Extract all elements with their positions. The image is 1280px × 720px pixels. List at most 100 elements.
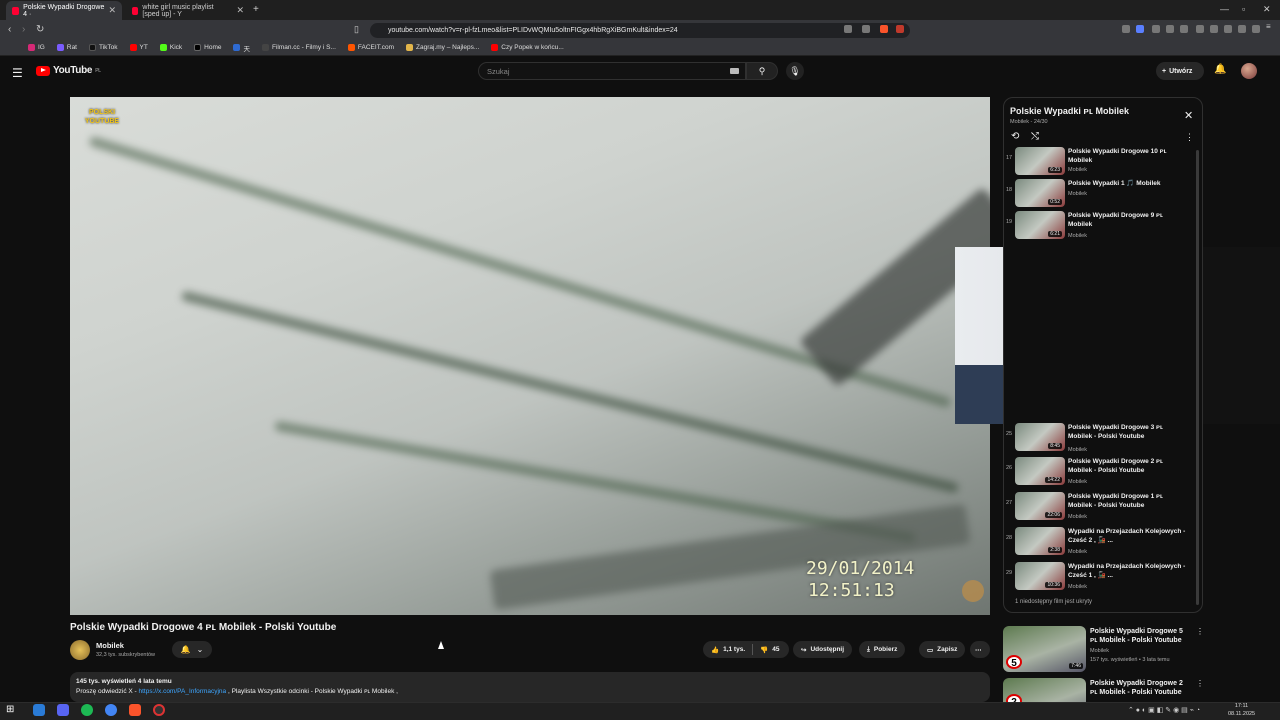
loop-icon[interactable]: ⟲ (1011, 131, 1019, 142)
download-button[interactable]: ⤓ Pobierz (859, 641, 906, 658)
explorer-icon[interactable] (33, 704, 45, 716)
tab-active[interactable]: Polskie Wypadki Drogowe 4 · ✕ (6, 1, 122, 20)
brave-icon[interactable] (129, 704, 141, 716)
new-tab-icon[interactable]: + (253, 4, 259, 15)
share-button[interactable]: ↪ Udostępnij (793, 641, 853, 658)
dislike-count[interactable]: 45 (772, 646, 779, 653)
menu-icon[interactable]: ☰ (12, 66, 23, 80)
more-actions-button[interactable]: ⋯ (970, 641, 990, 658)
video-player[interactable] (70, 97, 990, 615)
chrome-icon[interactable] (105, 704, 117, 716)
bookmark-item[interactable]: 天 (233, 43, 250, 53)
voice-search-button[interactable]: 🎙 (786, 62, 804, 80)
like-count[interactable]: 1,1 tys. (723, 646, 745, 653)
playlist-item[interactable]: 17 6:23 Polskie Wypadki Drogowe 10 ᴘʟ Mo… (1004, 147, 1194, 181)
bookmark-item[interactable]: Kick (159, 44, 182, 51)
profile-icon[interactable] (1252, 25, 1260, 33)
recommended-video[interactable]: 2 Polskie Wypadki Drogowe 2 ᴘʟ Mobilek -… (1003, 678, 1263, 702)
extension-icon[interactable] (1196, 25, 1204, 33)
create-button[interactable]: + Utwórz (1156, 62, 1204, 80)
close-window-icon[interactable]: ✕ (1263, 4, 1271, 15)
reload-icon[interactable]: ↻ (36, 24, 44, 35)
tab-inactive[interactable]: white girl music playlist [sped up] - Y … (126, 1, 250, 20)
wallet-icon[interactable] (1224, 25, 1232, 33)
taskbar-clock[interactable]: 17:11 08.11.2025 (1228, 702, 1255, 718)
playlist-item[interactable]: 28 2:38 Wypadki na Przejazdach Kolejowyc… (1004, 527, 1194, 561)
account-avatar[interactable] (1241, 63, 1257, 79)
bookmark-item[interactable]: Zagraj.my – Najleps... (406, 44, 479, 51)
youtube-logo[interactable]: YouTube PL (36, 65, 101, 76)
youtube-play-icon (36, 65, 50, 76)
close-tab-icon[interactable]: ✕ (108, 5, 116, 16)
bookmark-icon[interactable]: ▯ (354, 24, 359, 35)
close-tab-icon[interactable]: ✕ (236, 5, 244, 16)
subscribe-notifications-button[interactable]: 🔔 ⌄ (172, 641, 212, 658)
spotify-icon[interactable] (81, 704, 93, 716)
maximize-icon[interactable]: ▫ (1242, 4, 1245, 14)
share-icon[interactable] (862, 25, 870, 33)
bookmark-item[interactable]: Czy Popek w końcu... (491, 44, 564, 51)
more-icon[interactable]: ⋮ (1185, 132, 1194, 143)
brave-rewards-icon[interactable] (896, 25, 904, 33)
bookmark-item[interactable]: FACEIT.com (347, 44, 394, 51)
channel-name[interactable]: Mobilek (96, 641, 124, 650)
shuffle-icon[interactable]: ⤭ (1031, 131, 1039, 142)
playlist-item[interactable]: 25 8:45 Polskie Wypadki Drogowe 3 ᴘʟ Mob… (1004, 423, 1194, 457)
video-title: Polskie Wypadki Drogowe 4 ᴘʟ Mobilek - P… (70, 622, 337, 633)
notifications-bell-icon[interactable]: 🔔 (1214, 64, 1226, 75)
more-icon[interactable]: ⋮ (1196, 679, 1204, 688)
unavailable-notice: 1 niedostępny film jest ukryty (1015, 599, 1093, 605)
extension-icon[interactable] (1136, 25, 1144, 33)
recommended-video[interactable]: 5 7:46 Polskie Wypadki Drogowe 5 ᴘʟ Mobi… (1003, 626, 1263, 674)
brave-shield-icon[interactable] (880, 25, 888, 33)
bookmark-item[interactable]: TikTok (89, 44, 118, 51)
bookmark-item[interactable]: YT (129, 44, 148, 51)
description-box[interactable]: 145 tys. wyświetleń 4 lata temu Proszę o… (70, 672, 990, 702)
windows-start-icon[interactable]: ⊞ (6, 704, 18, 716)
subscriber-count: 32,3 tys. subskrybentów (96, 652, 156, 658)
extension-icon[interactable] (1180, 25, 1188, 33)
playlist-item[interactable]: 18 0:52 Polskie Wypadki 1 🎵 Mobilek Mobi… (1004, 179, 1194, 213)
extension-icon[interactable] (1152, 25, 1160, 33)
bookmark-item[interactable]: Rat (56, 44, 77, 51)
description-link[interactable]: https://x.com/PA_Informacyjna (139, 688, 227, 695)
bookmark-item[interactable]: IG (28, 44, 45, 51)
vpn-icon[interactable] (1238, 25, 1246, 33)
url-input[interactable]: youtube.com/watch?v=r-pl-fzLmeo&list=PLI… (370, 23, 910, 38)
playlist-item[interactable]: 27 22:06 Polskie Wypadki Drogowe 1 ᴘʟ Mo… (1004, 492, 1194, 526)
forward-icon[interactable]: › (22, 24, 25, 35)
playlist-item[interactable]: 29 10:36 Wypadki na Przejazdach Kolejowy… (1004, 562, 1194, 596)
install-icon[interactable] (844, 25, 852, 33)
app-icon[interactable] (153, 704, 165, 716)
back-icon[interactable]: ‹ (8, 24, 11, 35)
video-timestamp: 29/01/2014 12:51:13 (806, 558, 914, 602)
search-input[interactable]: Szukaj (478, 62, 746, 80)
instagram-icon (28, 44, 35, 51)
playlist-scrollbar[interactable] (1196, 150, 1199, 605)
tab-title: Polskie Wypadki Drogowe 4 · (23, 3, 105, 18)
minimize-icon[interactable]: — (1220, 4, 1229, 14)
channel-mascot-icon (962, 580, 984, 602)
search-button[interactable]: ⚲ (746, 62, 778, 80)
playlist-item[interactable]: 26 14:22 Polskie Wypadki Drogowe 2 ᴘʟ Mo… (1004, 457, 1194, 491)
discord-icon[interactable] (57, 704, 69, 716)
more-icon[interactable]: ⋮ (1196, 627, 1204, 636)
faceit-icon (347, 44, 355, 51)
playlist-link[interactable]: Polskie Wypadki ᴘʟ Mobilek , (315, 688, 398, 695)
keyboard-icon[interactable] (730, 68, 739, 74)
bookmark-item[interactable]: Home (194, 44, 221, 51)
sidebar-icon[interactable] (1210, 25, 1218, 33)
playlist-title[interactable]: Polskie Wypadki ᴘʟ Mobilek (1010, 106, 1129, 116)
save-button[interactable]: ▭ Zapisz (919, 641, 966, 658)
close-icon[interactable]: ✕ (1184, 109, 1193, 122)
extension-icon[interactable] (1166, 25, 1174, 33)
bookmark-item[interactable]: Filman.cc - Filmy i S... (261, 44, 336, 51)
channel-avatar[interactable] (70, 640, 90, 660)
extension-icon[interactable] (1122, 25, 1130, 33)
tray-icons[interactable]: ⌃ ● ◐ ▣ ◧ ✎ ◉ ▤ ⌁ ◔ (1128, 706, 1200, 714)
playlist-item[interactable]: 19 6:21 Polskie Wypadki Drogowe 9 ᴘʟ Mob… (1004, 211, 1194, 245)
item-title: Polskie Wypadki Drogowe 1 ᴘʟ Mobilek - P… (1068, 493, 1163, 509)
dislike-icon[interactable]: 👎 (760, 646, 768, 654)
menu-icon[interactable]: ≡ (1266, 22, 1274, 31)
like-icon[interactable]: 👍 (711, 646, 719, 654)
